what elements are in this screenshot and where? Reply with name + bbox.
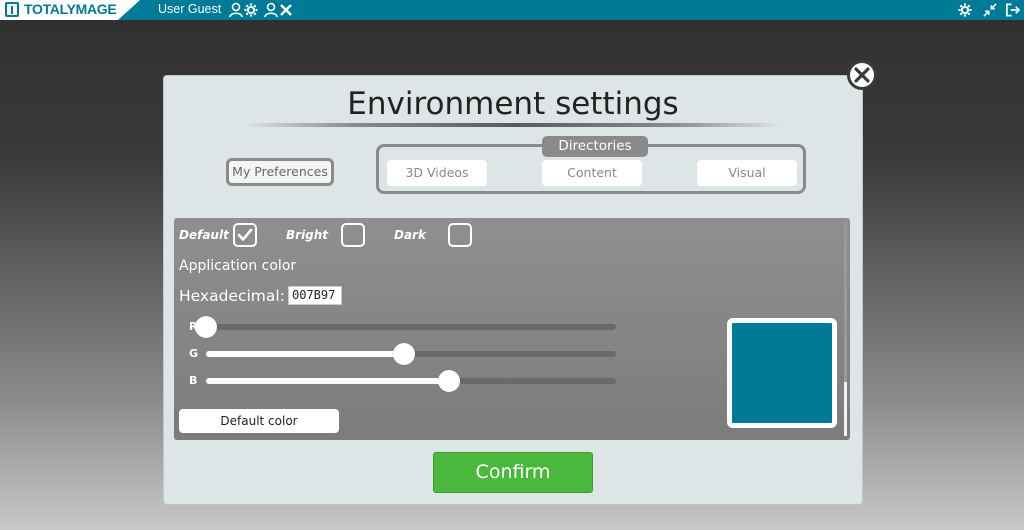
panel-scrollbar[interactable] (844, 222, 847, 436)
content-tab[interactable]: Content (542, 160, 642, 186)
brand-name: TOTALYMAGE (24, 1, 117, 17)
b-slider-fill (206, 378, 449, 384)
g-slider[interactable] (206, 343, 616, 365)
g-label: G (189, 347, 199, 360)
theme-bright-checkbox[interactable] (341, 223, 365, 247)
environment-settings-dialog: Environment settings My Preferences Dire… (164, 76, 862, 504)
user-name: User Guest (158, 2, 222, 16)
logout-icon[interactable] (1005, 2, 1020, 18)
g-slider-handle[interactable] (392, 343, 415, 365)
hexadecimal-label: Hexadecimal: (179, 287, 285, 305)
theme-dark-checkbox[interactable] (448, 223, 472, 247)
theme-default-label: Default (179, 228, 229, 242)
hex-color-input[interactable]: 007B97 (288, 286, 342, 305)
dialog-title: Environment settings (347, 86, 679, 122)
close-dialog-button[interactable] (847, 60, 877, 90)
brand-logo[interactable]: TOTALYMAGE (0, 0, 140, 20)
theme-dark-label: Dark (394, 228, 426, 242)
confirm-button[interactable]: Confirm (433, 452, 593, 493)
collapse-icon[interactable] (983, 2, 997, 18)
b-slider[interactable] (206, 370, 616, 392)
b-label: B (189, 374, 198, 387)
theme-bright-label: Bright (286, 228, 329, 242)
user-remove-icon[interactable] (264, 2, 294, 18)
r-slider-handle[interactable] (195, 316, 217, 338)
top-bar: TOTALYMAGE User Guest (0, 0, 1024, 20)
3d-videos-tab[interactable]: 3D Videos (387, 160, 487, 186)
gear-icon[interactable] (958, 2, 972, 18)
directories-label: Directories (542, 136, 648, 157)
r-slider[interactable] (195, 316, 616, 338)
my-preferences-tab[interactable]: My Preferences (226, 158, 334, 186)
application-color-label: Application color (179, 258, 297, 274)
color-preview-swatch (727, 318, 837, 428)
theme-default-checkbox[interactable] (233, 223, 257, 247)
user-settings-icon[interactable] (229, 2, 259, 18)
settings-panel: Default Bright Dark Application color He… (174, 218, 850, 440)
checkmark-icon (237, 228, 253, 241)
directories-group: Directories 3D Videos Content Visual (376, 136, 806, 194)
default-color-button[interactable]: Default color (179, 409, 339, 433)
panel-scrollbar-thumb[interactable] (844, 382, 847, 436)
close-icon (854, 67, 870, 83)
title-divider (244, 123, 782, 127)
visual-tab[interactable]: Visual (697, 160, 797, 186)
b-slider-handle[interactable] (437, 370, 460, 392)
g-slider-fill (206, 351, 404, 357)
logo-icon (5, 2, 19, 17)
